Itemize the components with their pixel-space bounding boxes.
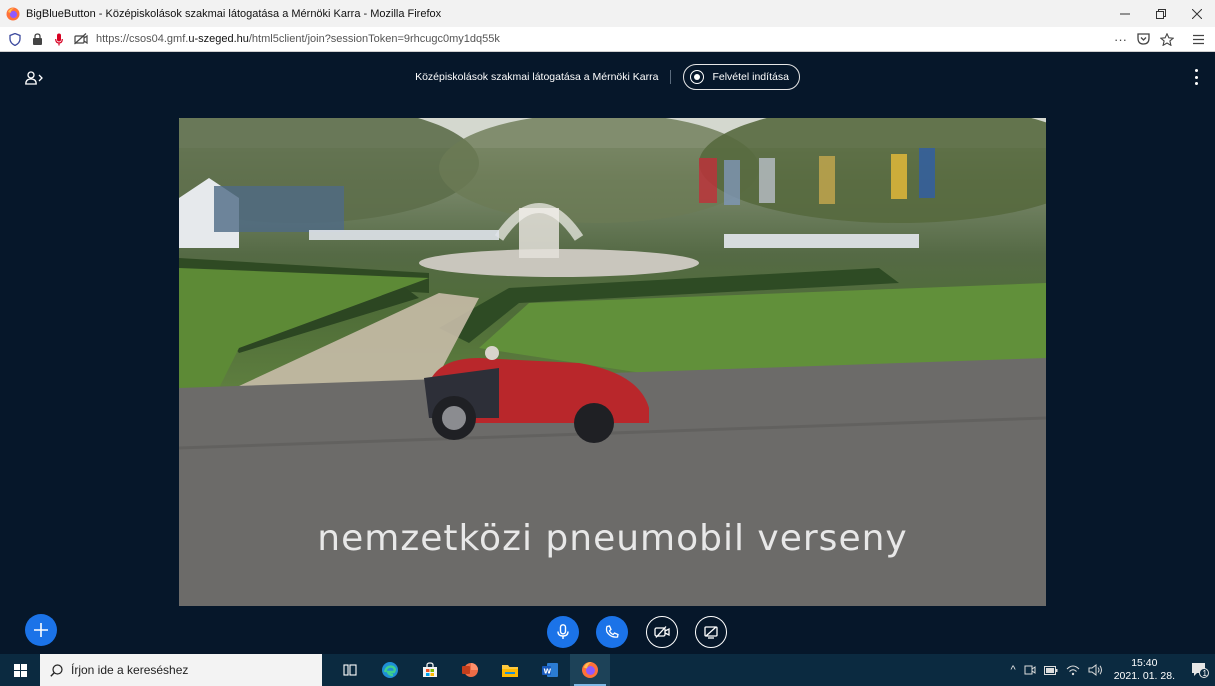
record-icon (690, 70, 705, 84)
bookmark-star-icon[interactable] (1160, 32, 1174, 46)
notification-count: 1 (1202, 669, 1207, 678)
close-icon (1192, 8, 1202, 19)
microphone-icon (557, 624, 569, 639)
title-separator (670, 70, 672, 84)
restore-icon (1156, 8, 1166, 19)
shield-icon[interactable] (8, 32, 22, 46)
start-recording-button[interactable]: Felvétel indítása (683, 64, 800, 90)
screenshare-button[interactable] (695, 616, 727, 648)
close-window-button[interactable] (1179, 0, 1215, 27)
microphone-permission-icon[interactable] (52, 32, 66, 46)
clock-date: 2021. 01. 28. (1113, 670, 1175, 682)
leave-audio-button[interactable] (596, 616, 628, 648)
taskbar-search-box[interactable]: Írjon ide a kereséshez (40, 654, 322, 686)
wifi-icon[interactable] (1066, 664, 1080, 676)
phone-icon (605, 625, 619, 638)
restore-button[interactable] (1143, 0, 1179, 27)
action-center-button[interactable]: 1 (1185, 654, 1215, 686)
actions-plus-button[interactable] (25, 614, 57, 646)
url-text[interactable]: https://csos04.gmf.u-szeged.hu/html5clie… (96, 33, 1114, 45)
microphone-button[interactable] (547, 616, 579, 648)
address-bar[interactable]: https://csos04.gmf.u-szeged.hu/html5clie… (0, 27, 1215, 52)
lock-icon[interactable] (30, 32, 44, 46)
windows-taskbar: Írjon ide a kereséshez W ^ 15:40 2021. 0… (0, 654, 1215, 686)
url-prefix: https://csos04.gmf. (96, 33, 189, 45)
task-view-button[interactable] (330, 654, 370, 686)
kebab-dot (1194, 82, 1198, 85)
firefox-icon (582, 662, 598, 678)
firefox-logo-icon (6, 7, 20, 20)
plus-icon (34, 623, 48, 637)
page-actions-icon[interactable]: ··· (1114, 32, 1127, 47)
word-taskbar-button[interactable]: W (530, 654, 570, 686)
search-placeholder: Írjon ide a kereséshez (71, 663, 189, 677)
task-view-icon (343, 664, 357, 676)
powerpoint-icon (462, 663, 478, 677)
pocket-icon[interactable] (1137, 33, 1150, 45)
store-icon (423, 662, 437, 677)
bbb-app: Középiskolások szakmai látogatása a Mérn… (0, 53, 1215, 654)
system-tray: ^ 15:40 2021. 01. 28. 1 (1007, 654, 1215, 686)
windows-logo-icon (13, 663, 27, 677)
store-taskbar-button[interactable] (410, 654, 450, 686)
top-navbar: Középiskolások szakmai látogatása a Mérn… (0, 53, 1215, 101)
svg-text:W: W (544, 668, 552, 676)
word-icon: W (542, 663, 558, 677)
user-list-toggle-button[interactable] (24, 69, 46, 87)
volume-icon[interactable] (1088, 664, 1104, 676)
video-off-icon (654, 626, 670, 638)
edge-taskbar-button[interactable] (370, 654, 410, 686)
kebab-dot (1194, 69, 1198, 72)
window-title: BigBlueButton - Középiskolások szakmai l… (26, 7, 442, 20)
start-recording-label: Felvétel indítása (712, 71, 789, 83)
url-host: u-szeged.hu (188, 33, 249, 45)
file-explorer-taskbar-button[interactable] (490, 654, 530, 686)
powerpoint-taskbar-button[interactable] (450, 654, 490, 686)
firefox-taskbar-button[interactable] (570, 654, 610, 686)
webcam-button[interactable] (646, 616, 678, 648)
shared-video[interactable]: nemzetközi pneumobil verseny (179, 118, 1046, 606)
search-icon (50, 663, 63, 677)
edge-icon (382, 662, 398, 678)
meeting-title: Középiskolások szakmai látogatása a Mérn… (415, 71, 659, 83)
browser-title-bar: BigBlueButton - Középiskolások szakmai l… (0, 0, 1215, 27)
taskbar-clock[interactable]: 15:40 2021. 01. 28. (1114, 657, 1175, 683)
video-caption: nemzetközi pneumobil verseny (317, 518, 908, 559)
folder-icon (502, 664, 518, 677)
screenshare-off-icon (704, 625, 718, 639)
meet-now-icon[interactable] (1024, 664, 1036, 676)
url-path: /html5client/join?sessionToken=9rhcugc0m… (248, 33, 500, 45)
users-icon (25, 71, 43, 85)
minimize-button[interactable] (1107, 0, 1143, 27)
clock-time: 15:40 (1131, 657, 1158, 669)
minimize-icon (1120, 13, 1130, 14)
options-menu-button[interactable] (1191, 69, 1201, 85)
battery-icon[interactable] (1043, 665, 1058, 675)
kebab-dot (1194, 75, 1198, 79)
start-button[interactable] (0, 654, 40, 686)
camera-blocked-icon[interactable] (74, 32, 88, 46)
hamburger-menu-icon[interactable] (1192, 34, 1205, 45)
show-hidden-icons-chevron-icon[interactable]: ^ (1011, 664, 1016, 676)
